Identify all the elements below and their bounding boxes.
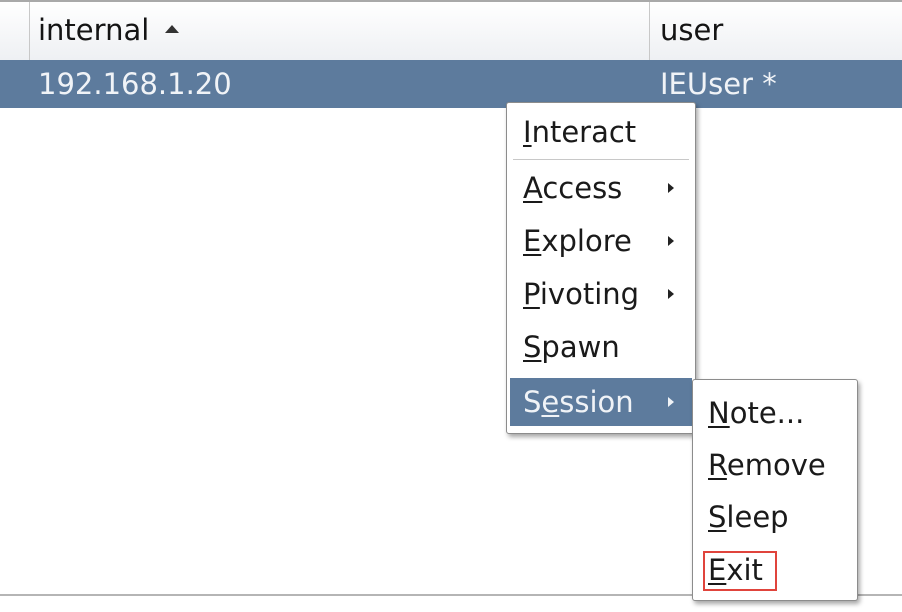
context-menu: Interact Access Explore Pivoting Spawn S…	[506, 102, 696, 434]
cell-user: IEUser *	[660, 67, 777, 101]
sort-ascending-icon	[165, 25, 180, 33]
cell-internal: 192.168.1.20	[38, 67, 232, 101]
column-header-internal-label: internal	[38, 13, 150, 47]
submenu-arrow-icon	[668, 183, 674, 193]
mnemonic: S	[708, 500, 727, 534]
submenu-item-sleep[interactable]: Sleep	[696, 493, 854, 541]
menu-item-label: xplore	[541, 224, 632, 258]
menu-item-label: pawn	[541, 330, 620, 364]
column-header-user[interactable]: user	[650, 2, 902, 60]
exit-highlight-box	[703, 551, 777, 591]
menu-item-label: ssion	[559, 385, 634, 419]
submenu-item-note[interactable]: Note...	[696, 389, 854, 437]
submenu-arrow-icon	[668, 397, 674, 407]
menu-item-explore[interactable]: Explore	[510, 217, 692, 265]
column-header-user-label: user	[660, 13, 724, 47]
mnemonic: I	[523, 115, 532, 149]
menu-item-spawn[interactable]: Spawn	[510, 323, 692, 371]
mnemonic: S	[523, 330, 542, 364]
menu-item-label: ote...	[729, 396, 805, 430]
menu-item-session[interactable]: Session	[510, 378, 692, 426]
menu-item-pivoting[interactable]: Pivoting	[510, 270, 692, 318]
submenu-arrow-icon	[668, 236, 674, 246]
menu-item-label: nteract	[531, 115, 637, 149]
column-header-internal[interactable]: internal	[30, 2, 650, 60]
mnemonic: A	[523, 171, 543, 205]
menu-item-interact[interactable]: Interact	[510, 108, 692, 156]
mnemonic: P	[523, 277, 540, 311]
mnemonic: R	[708, 448, 727, 482]
menu-item-label: emove	[726, 448, 826, 482]
header-gutter	[0, 2, 30, 60]
submenu-arrow-icon	[668, 289, 674, 299]
menu-item-label: ccess	[542, 171, 623, 205]
mnemonic: e	[541, 385, 560, 419]
mnemonic: N	[708, 396, 730, 430]
beacon-table-view: internal user 192.168.1.20 IEUser * Inte…	[0, 0, 902, 612]
menu-separator	[513, 159, 689, 160]
menu-item-label: ivoting	[539, 277, 640, 311]
table-row[interactable]: 192.168.1.20 IEUser *	[0, 60, 902, 108]
menu-item-label: leep	[726, 500, 789, 534]
session-submenu: Note... Remove Sleep Exit	[692, 379, 858, 601]
submenu-item-remove[interactable]: Remove	[696, 441, 854, 489]
mnemonic: E	[523, 224, 542, 258]
table-header: internal user	[0, 0, 902, 60]
menu-item-access[interactable]: Access	[510, 164, 692, 212]
menu-item-label-prefix: S	[523, 385, 542, 419]
